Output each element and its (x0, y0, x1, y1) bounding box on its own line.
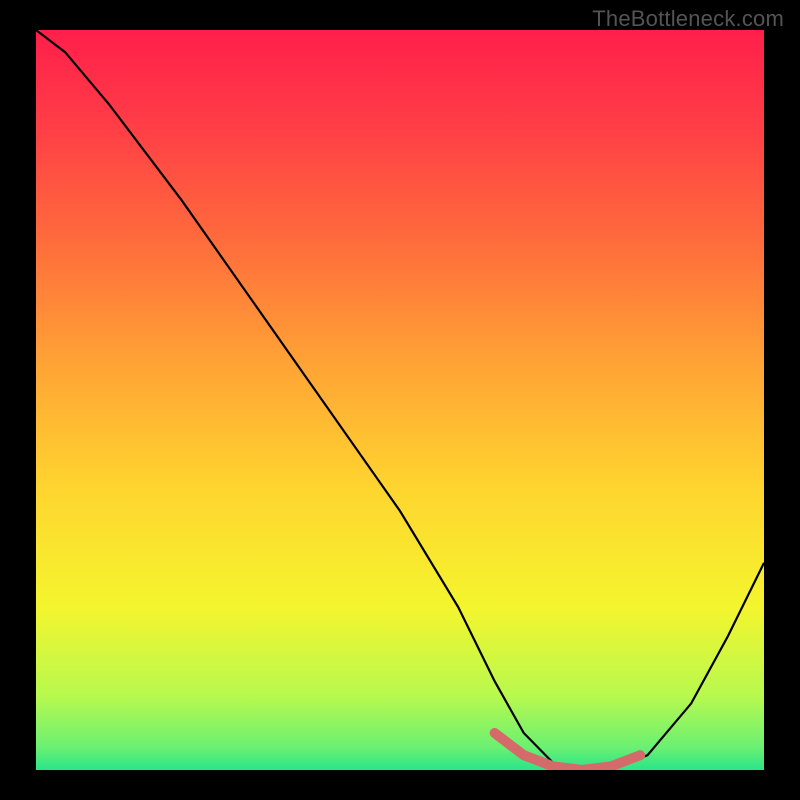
watermark-text: TheBottleneck.com (592, 6, 784, 32)
gradient-background (36, 30, 764, 770)
chart-svg (36, 30, 764, 770)
chart-frame: TheBottleneck.com (0, 0, 800, 800)
plot-area (36, 30, 764, 770)
